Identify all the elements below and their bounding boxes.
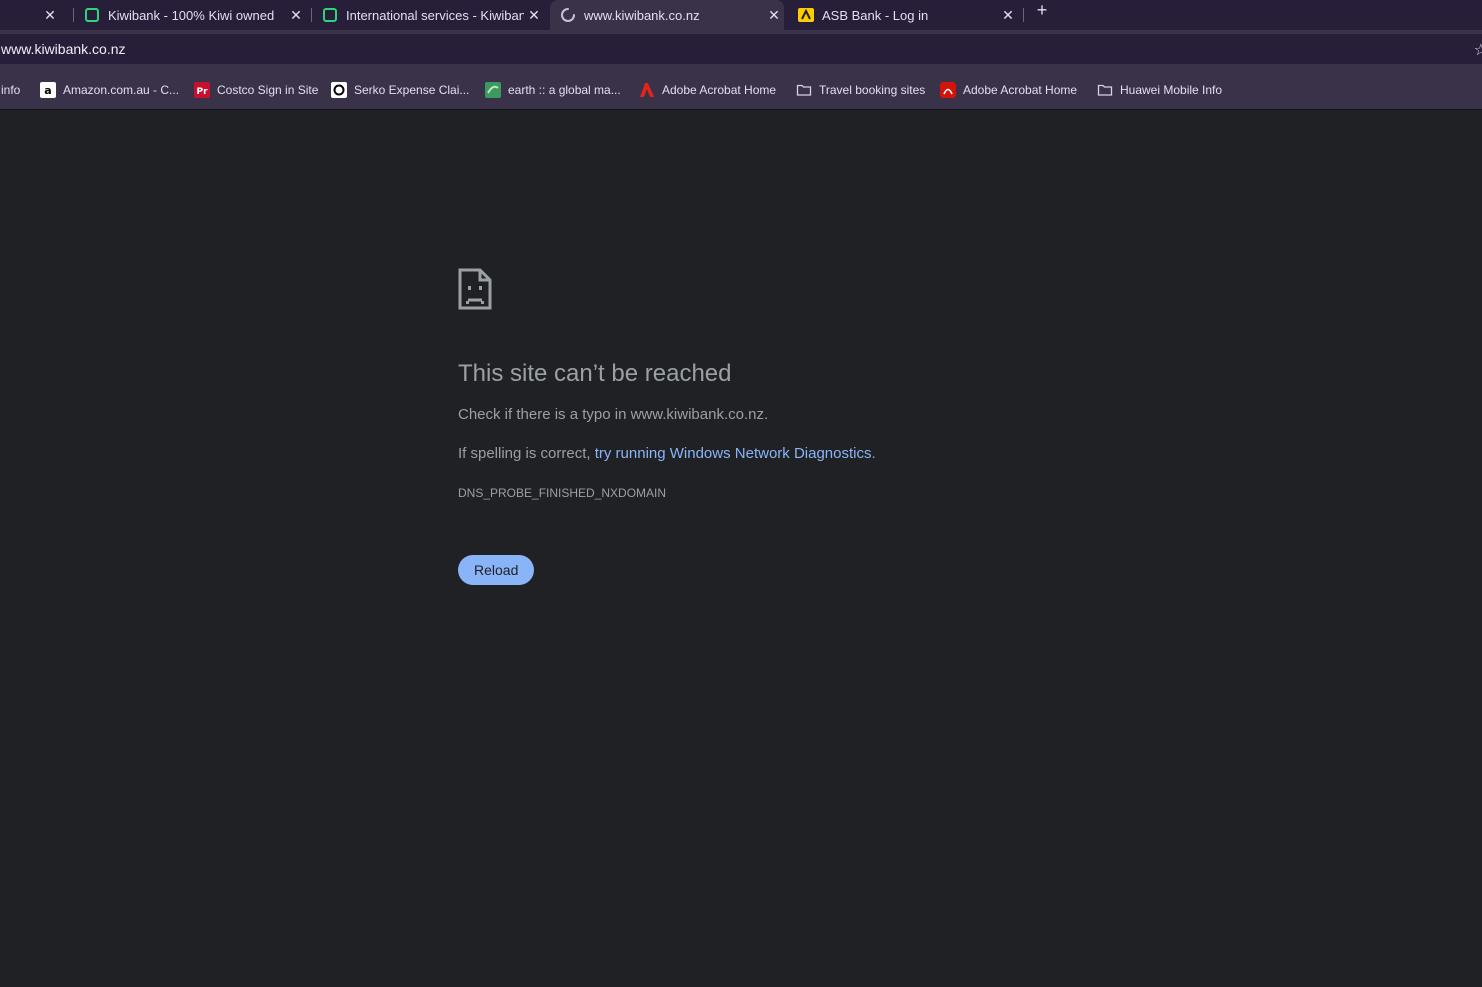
error-typo-hint: Check if there is a typo in www.kiwibank… — [458, 406, 769, 423]
tab-kiwibank-active[interactable]: www.kiwibank.co.nz ✕ — [550, 0, 784, 30]
bookmark-label: Adobe Acrobat Home — [963, 83, 1078, 97]
close-icon[interactable]: ✕ — [998, 5, 1018, 25]
bookmark-label: earth :: a global ma... — [508, 83, 621, 97]
tab-title: www.kiwibank.co.nz — [584, 7, 700, 23]
bookmark-info[interactable]: info — [1, 81, 20, 99]
error-diagnostics-hint: If spelling is correct, try running Wind… — [458, 445, 876, 462]
diagnostics-prefix: If spelling is correct, — [458, 445, 595, 462]
folder-icon — [1097, 82, 1113, 98]
kiwibank-icon — [84, 7, 100, 23]
bookmark-folder-huawei[interactable]: Huawei Mobile Info — [1097, 81, 1222, 99]
error-code: DNS_PROBE_FINISHED_NXDOMAIN — [458, 486, 667, 500]
bookmark-label: Travel booking sites — [819, 83, 926, 97]
toolbar: www.kiwibank.co.nz ☆ — [0, 30, 1482, 70]
earth-icon — [485, 82, 501, 98]
address-bar-url[interactable]: www.kiwibank.co.nz — [0, 41, 126, 57]
tab-title: International services - Kiwibank — [346, 7, 524, 23]
tab-title: ASB Bank - Log in — [822, 7, 929, 23]
tab-separator — [1023, 8, 1024, 22]
reload-button[interactable]: Reload — [458, 555, 535, 585]
bookmark-costco[interactable]: Pr Costco Sign in Site — [194, 81, 318, 99]
tab-title: Kiwibank - 100% Kiwi owned — [108, 7, 275, 23]
close-icon[interactable]: ✕ — [40, 5, 60, 25]
bookmark-folder-travel[interactable]: Travel booking sites — [796, 81, 925, 99]
close-icon[interactable]: ✕ — [286, 5, 306, 25]
close-icon[interactable]: ✕ — [764, 5, 784, 25]
close-icon[interactable]: ✕ — [524, 5, 544, 25]
diagnostics-suffix: . — [871, 445, 876, 462]
tab-previous-close[interactable]: ✕ — [40, 0, 68, 30]
bookmark-amazon[interactable]: a Amazon.com.au - C... — [40, 81, 179, 99]
loading-spinner-icon — [560, 7, 576, 23]
bookmark-label: Adobe Acrobat Home — [662, 83, 777, 97]
tab-strip: ✕ Kiwibank - 100% Kiwi owned ✕ Internati… — [0, 0, 1482, 30]
bookmark-label: Huawei Mobile Info — [1120, 83, 1223, 97]
new-tab-button[interactable]: + — [1030, 0, 1054, 20]
adobe-icon — [639, 82, 655, 98]
address-bar[interactable]: www.kiwibank.co.nz ☆ — [0, 34, 1482, 64]
folder-icon — [796, 82, 812, 98]
error-title: This site can’t be reached — [458, 360, 732, 387]
tab-separator — [73, 8, 74, 22]
bookmark-label: Costco Sign in Site — [217, 83, 319, 97]
tab-kiwibank-home[interactable]: Kiwibank - 100% Kiwi owned ✕ — [84, 0, 306, 30]
bookmark-adobe-acrobat-1[interactable]: Adobe Acrobat Home — [639, 81, 776, 99]
tab-asb-login[interactable]: ASB Bank - Log in ✕ — [798, 0, 1018, 30]
svg-text:a: a — [44, 84, 51, 97]
svg-text:Pr: Pr — [196, 87, 208, 97]
bookmark-adobe-acrobat-2[interactable]: Adobe Acrobat Home — [940, 81, 1077, 99]
kiwibank-icon — [322, 7, 338, 23]
error-page: This site can’t be reached Check if ther… — [458, 268, 1058, 585]
bookmark-star-icon[interactable]: ☆ — [1474, 40, 1482, 60]
bookmark-earth[interactable]: earth :: a global ma... — [485, 81, 621, 99]
bookmark-label: info — [1, 83, 21, 97]
bookmark-serko[interactable]: Serko Expense Clai... — [331, 81, 469, 99]
bookmark-label: Amazon.com.au - C... — [63, 83, 180, 97]
serko-icon — [331, 82, 347, 98]
asb-icon — [798, 7, 814, 23]
tab-kiwibank-international[interactable]: International services - Kiwibank ✕ — [322, 0, 544, 30]
bookmark-label: Serko Expense Clai... — [354, 83, 470, 97]
bookmarks-bar: info a Amazon.com.au - C... Pr Costco Si… — [0, 70, 1482, 110]
amazon-icon: a — [40, 82, 56, 98]
acrobat-icon — [940, 82, 956, 98]
costco-icon: Pr — [194, 82, 210, 98]
sad-document-icon — [458, 268, 492, 310]
tab-separator — [311, 8, 312, 22]
network-diagnostics-link[interactable]: try running Windows Network Diagnostics — [595, 445, 872, 462]
